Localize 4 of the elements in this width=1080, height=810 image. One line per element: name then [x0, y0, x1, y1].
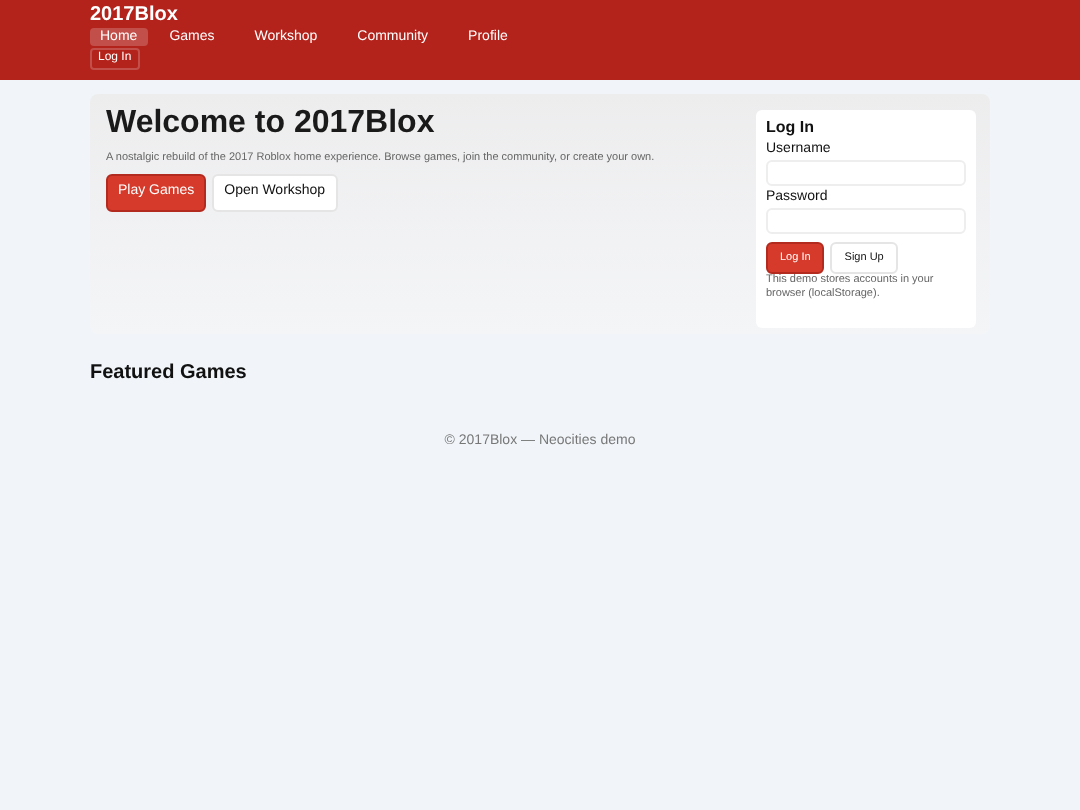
hero-title: Welcome to 2017Blox [106, 106, 437, 142]
login-title: Log In [766, 118, 816, 138]
site-logo[interactable]: 2017Blox [90, 6, 178, 26]
section-title: Featured Games [90, 360, 249, 388]
